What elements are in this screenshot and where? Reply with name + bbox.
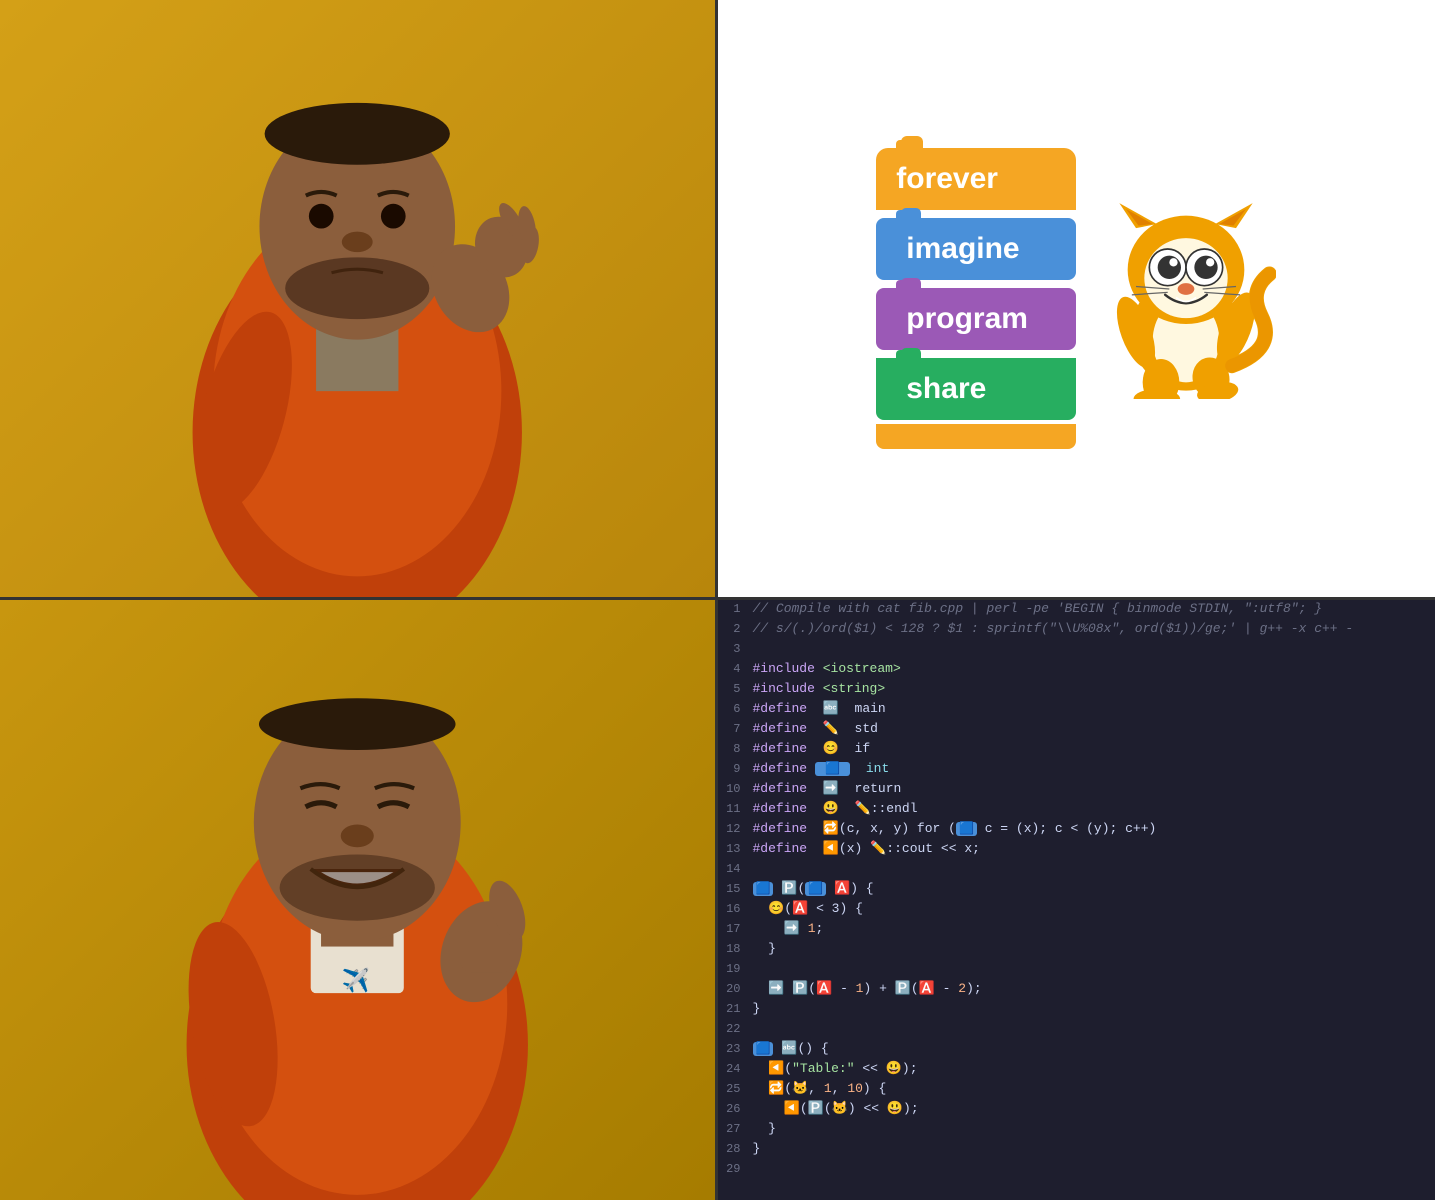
code-line-20: 20 ➡️ 🅿️(🅰️ - 1) + 🅿️(🅰️ - 2); (718, 980, 1435, 1000)
code-line-16: 16 😊(🅰️ < 3) { (718, 900, 1435, 920)
code-editor-quadrant: 1 // Compile with cat fib.cpp | perl -pe… (718, 600, 1435, 1200)
code-line-25: 25 🔁(🐱, 1, 10) { (718, 1080, 1435, 1100)
code-editor: 1 // Compile with cat fib.cpp | perl -pe… (718, 600, 1435, 1200)
code-line-13: 13 #define ◀️(x) ✏️::cout << x; (718, 840, 1435, 860)
scratch-cat (1096, 199, 1276, 399)
scratch-imagine-label: imagine (906, 232, 1019, 266)
scratch-block-forever: forever (876, 148, 1076, 210)
code-line-18: 18 } (718, 940, 1435, 960)
scratch-block-share: share (876, 358, 1076, 420)
scratch-blocks-list: forever imagine program share (876, 148, 1076, 449)
code-line-4: 4 #include <iostream> (718, 660, 1435, 680)
scratch-quadrant: forever imagine program share (718, 0, 1435, 600)
code-line-26: 26 ◀️(🅿️(🐱) << 😃); (718, 1100, 1435, 1120)
drake-disapproval-quadrant (0, 0, 718, 600)
scratch-block-imagine: imagine (876, 218, 1076, 280)
scratch-forever-label: forever (896, 162, 998, 196)
code-line-29: 29 (718, 1160, 1435, 1180)
code-line-24: 24 ◀️("Table:" << 😃); (718, 1060, 1435, 1080)
code-line-27: 27 } (718, 1120, 1435, 1140)
code-line-8: 8 #define 😊 if (718, 740, 1435, 760)
scratch-block-program: program (876, 288, 1076, 350)
code-line-28: 28 } (718, 1140, 1435, 1160)
code-line-23: 23 🟦 🔤() { (718, 1040, 1435, 1060)
scratch-program-label: program (906, 302, 1028, 336)
code-line-10: 10 #define ➡️ return (718, 780, 1435, 800)
drake-approval-image: ✈️ (0, 600, 715, 1200)
code-line-17: 17 ➡️ 1; (718, 920, 1435, 940)
code-line-1: 1 // Compile with cat fib.cpp | perl -pe… (718, 600, 1435, 620)
code-line-2: 2 // s/(.)/ord($1) < 128 ? $1 : sprintf(… (718, 620, 1435, 640)
code-line-9: 9 #define 🟦 int (718, 760, 1435, 780)
code-line-5: 5 #include <string> (718, 680, 1435, 700)
scratch-share-label: share (906, 372, 986, 406)
drake-approval-quadrant: ✈️ (0, 600, 718, 1200)
code-line-22: 22 (718, 1020, 1435, 1040)
code-line-15: 15 🟦 🅿️(🟦 🅰️) { (718, 880, 1435, 900)
svg-text:✈️: ✈️ (342, 966, 370, 993)
code-line-19: 19 (718, 960, 1435, 980)
code-line-14: 14 (718, 860, 1435, 880)
code-line-11: 11 #define 😃 ✏️::endl (718, 800, 1435, 820)
code-line-3: 3 (718, 640, 1435, 660)
code-line-21: 21 } (718, 1000, 1435, 1020)
drake-disapproval-image (0, 0, 715, 597)
scratch-content: forever imagine program share (856, 128, 1296, 469)
code-line-12: 12 #define 🔁(c, x, y) for (🟦 c = (x); c … (718, 820, 1435, 840)
code-line-7: 7 #define ✏️ std (718, 720, 1435, 740)
code-line-6: 6 #define 🔤 main (718, 700, 1435, 720)
